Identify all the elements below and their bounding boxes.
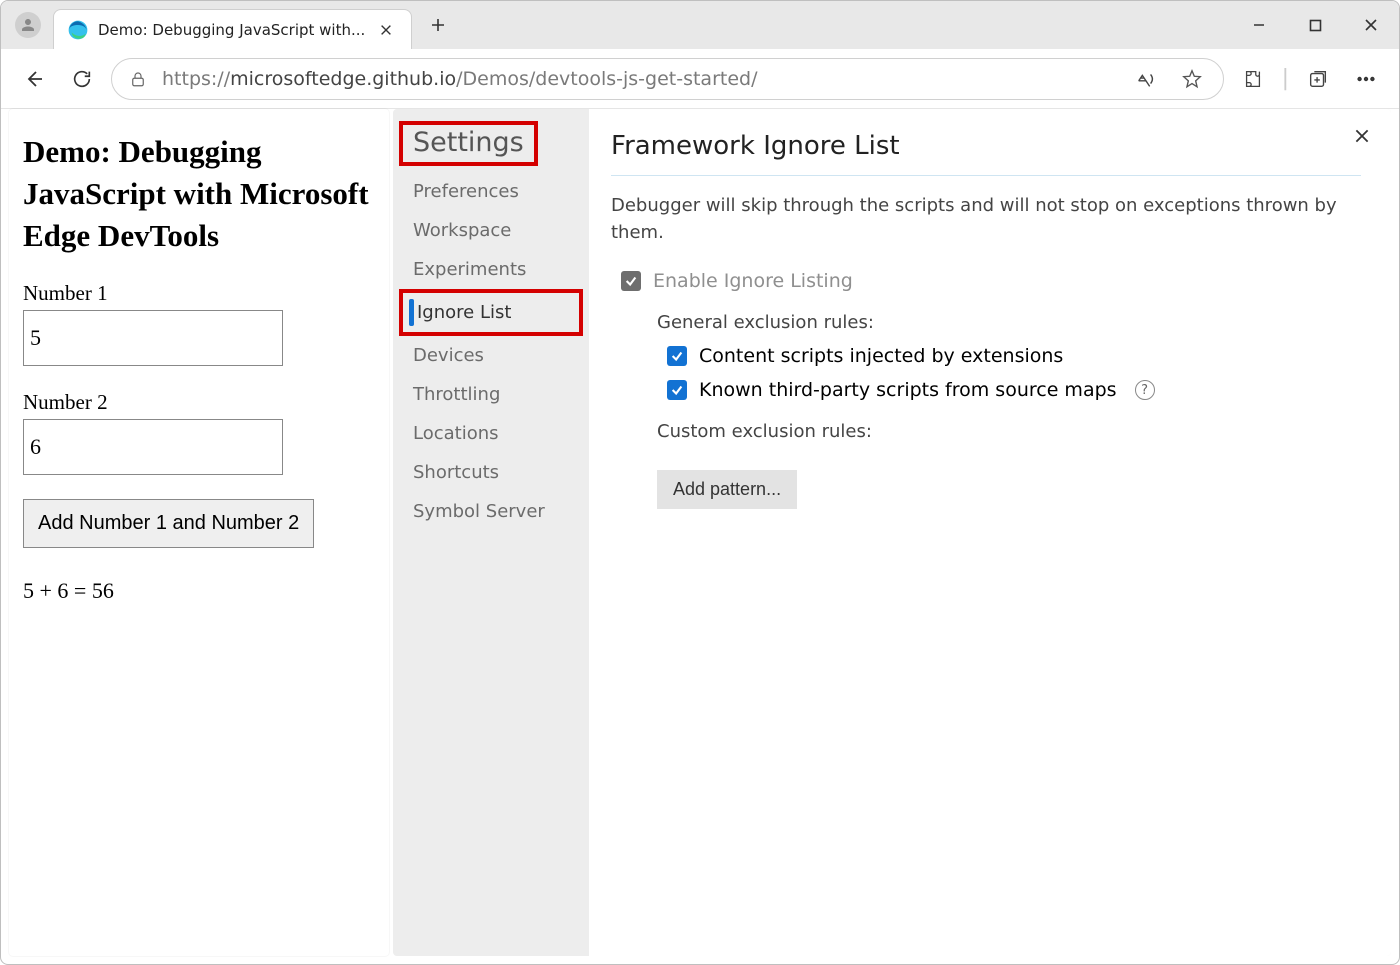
edge-icon (68, 20, 88, 40)
collections-icon (1307, 68, 1329, 90)
profile-avatar[interactable] (15, 12, 41, 38)
star-icon (1181, 68, 1203, 90)
sidebar-item-devices[interactable]: Devices (393, 336, 589, 375)
sidebar-item-experiments[interactable]: Experiments (393, 250, 589, 289)
close-icon (1353, 127, 1371, 145)
url-host: microsoftedge.github.io (230, 68, 456, 90)
close-icon (379, 23, 393, 37)
enable-ignore-listing-label: Enable Ignore Listing (653, 270, 853, 292)
maximize-icon (1309, 19, 1322, 32)
sidebar-item-shortcuts[interactable]: Shortcuts (393, 453, 589, 492)
panel-divider (611, 175, 1361, 176)
settings-panel: Framework Ignore List Debugger will skip… (589, 109, 1391, 956)
arrow-left-icon (22, 67, 46, 91)
demo-page: Demo: Debugging JavaScript with Microsof… (9, 109, 389, 956)
titlebar: Demo: Debugging JavaScript with... (1, 1, 1399, 49)
rule-third-party-row[interactable]: Known third-party scripts from source ma… (667, 379, 1361, 401)
back-button[interactable] (15, 60, 53, 98)
person-icon (19, 16, 37, 34)
refresh-icon (71, 68, 93, 90)
collections-button[interactable] (1299, 60, 1337, 98)
url-text: https://microsoftedge.github.io/Demos/de… (162, 68, 1117, 90)
number1-input[interactable] (23, 310, 283, 366)
sidebar-item-locations[interactable]: Locations (393, 414, 589, 453)
browser-window: Demo: Debugging JavaScript with... ht (0, 0, 1400, 965)
tab-title: Demo: Debugging JavaScript with... (98, 21, 365, 39)
address-bar[interactable]: https://microsoftedge.github.io/Demos/de… (111, 58, 1224, 100)
custom-rules-label: Custom exclusion rules: (657, 421, 1361, 442)
url-path: /Demos/devtools-js-get-started/ (456, 68, 757, 90)
panel-description: Debugger will skip through the scripts a… (611, 192, 1361, 246)
new-tab-button[interactable] (420, 7, 456, 43)
read-aloud-button[interactable] (1131, 60, 1161, 98)
number1-label: Number 1 (23, 281, 375, 306)
refresh-button[interactable] (63, 60, 101, 98)
browser-tab[interactable]: Demo: Debugging JavaScript with... (53, 9, 412, 49)
sidebar-item-preferences[interactable]: Preferences (393, 172, 589, 211)
window-controls (1231, 1, 1399, 49)
rule-content-scripts-label: Content scripts injected by extensions (699, 345, 1063, 367)
result-text: 5 + 6 = 56 (23, 578, 375, 604)
window-close-button[interactable] (1343, 1, 1399, 49)
address-bar-actions (1131, 60, 1215, 98)
rule-third-party-label: Known third-party scripts from source ma… (699, 379, 1117, 401)
favorite-button[interactable] (1177, 60, 1207, 98)
devtools-settings: Settings Preferences Workspace Experimen… (393, 109, 1391, 956)
check-icon (670, 383, 684, 397)
extensions-button[interactable] (1234, 60, 1272, 98)
sidebar-item-symbol-server[interactable]: Symbol Server (393, 492, 589, 531)
url-scheme: https:// (162, 68, 230, 90)
settings-sidebar: Settings Preferences Workspace Experimen… (393, 109, 589, 956)
sidebar-item-ignore-list[interactable]: Ignore List (399, 289, 583, 336)
close-icon (1364, 18, 1378, 32)
rule-content-scripts-checkbox[interactable] (667, 346, 687, 366)
add-button[interactable]: Add Number 1 and Number 2 (23, 499, 314, 548)
toolbar-separator: | (1282, 66, 1289, 91)
page-heading: Demo: Debugging JavaScript with Microsof… (23, 131, 375, 257)
more-horizontal-icon (1355, 68, 1377, 90)
number2-label: Number 2 (23, 390, 375, 415)
check-icon (624, 274, 638, 288)
settings-heading: Settings (413, 127, 524, 158)
general-rules-label: General exclusion rules: (657, 312, 1361, 333)
sidebar-item-throttling[interactable]: Throttling (393, 375, 589, 414)
sidebar-item-workspace[interactable]: Workspace (393, 211, 589, 250)
lock-icon (129, 70, 147, 88)
rule-content-scripts-row[interactable]: Content scripts injected by extensions (667, 345, 1361, 367)
toolbar: https://microsoftedge.github.io/Demos/de… (1, 49, 1399, 109)
settings-close-button[interactable] (1347, 121, 1377, 151)
tab-close-button[interactable] (375, 19, 397, 41)
read-aloud-icon (1135, 68, 1157, 90)
panel-title: Framework Ignore List (611, 131, 1361, 161)
check-icon (670, 349, 684, 363)
maximize-button[interactable] (1287, 1, 1343, 49)
settings-heading-highlight: Settings (399, 121, 538, 166)
minimize-icon (1252, 18, 1266, 32)
add-pattern-button[interactable]: Add pattern... (657, 470, 797, 509)
puzzle-icon (1242, 68, 1264, 90)
rule-third-party-checkbox[interactable] (667, 380, 687, 400)
enable-ignore-listing-row[interactable]: Enable Ignore Listing (621, 270, 1361, 292)
plus-icon (430, 17, 446, 33)
more-button[interactable] (1347, 60, 1385, 98)
minimize-button[interactable] (1231, 1, 1287, 49)
site-info-button[interactable] (128, 69, 148, 89)
enable-ignore-listing-checkbox[interactable] (621, 271, 641, 291)
number2-input[interactable] (23, 419, 283, 475)
content-area: Demo: Debugging JavaScript with Microsof… (9, 109, 1391, 956)
help-icon[interactable]: ? (1135, 380, 1155, 400)
